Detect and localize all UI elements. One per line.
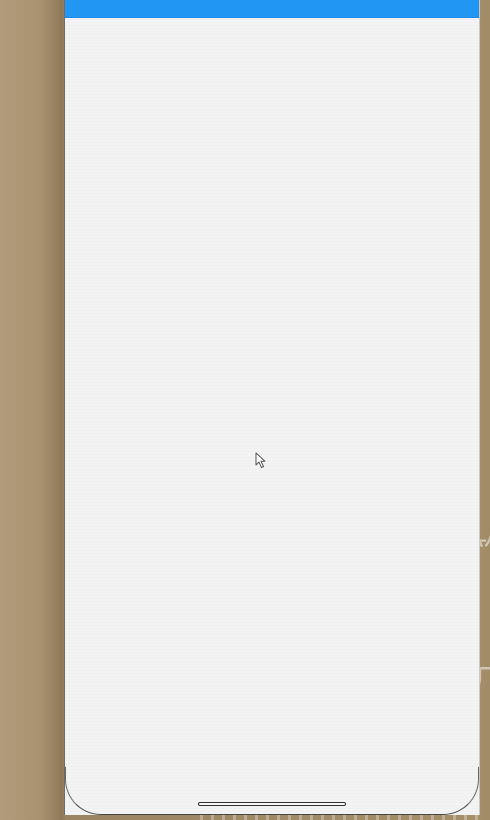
- app-content-area[interactable]: [65, 18, 479, 815]
- status-bar: [65, 0, 479, 18]
- home-indicator-bar[interactable]: [198, 802, 346, 806]
- phone-emulator-window: [64, 0, 480, 815]
- mouse-pointer-icon: [255, 452, 266, 468]
